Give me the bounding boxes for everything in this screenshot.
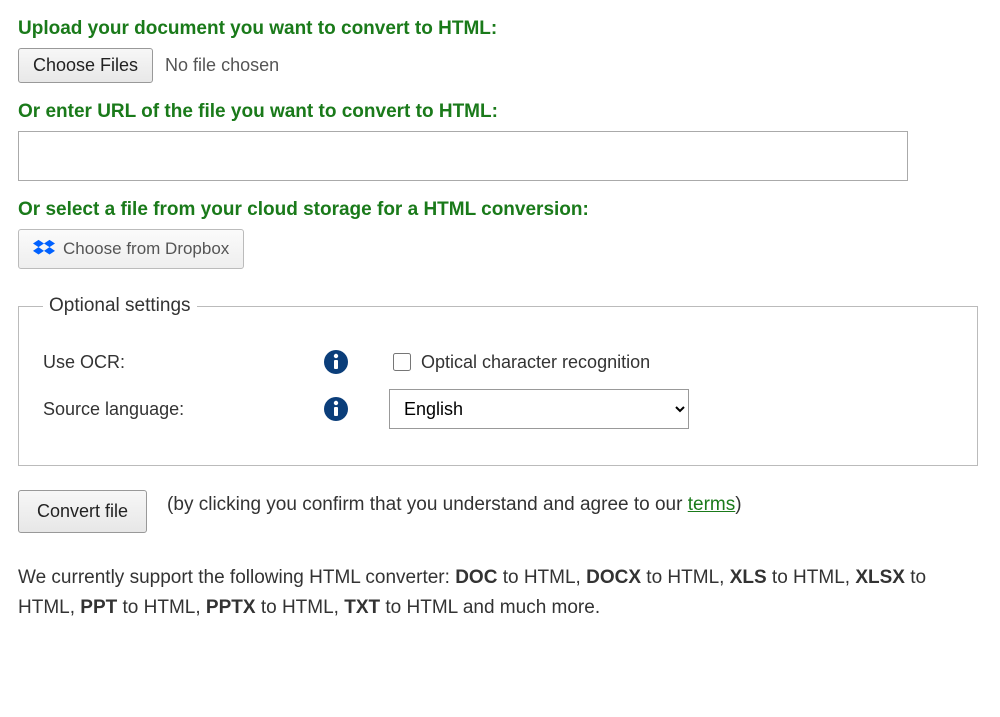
convert-file-button[interactable]: Convert file	[18, 490, 147, 533]
terms-link[interactable]: terms	[688, 494, 736, 515]
info-icon[interactable]	[323, 396, 349, 422]
agree-prefix: (by clicking you confirm that you unders…	[167, 494, 688, 515]
ocr-checkbox-label: Optical character recognition	[421, 352, 650, 373]
url-input[interactable]	[18, 131, 908, 181]
supported-formats-text: We currently support the following HTML …	[18, 563, 978, 624]
format-doc: DOC	[455, 567, 497, 588]
agree-suffix: )	[735, 494, 741, 515]
language-row: Source language: English	[43, 389, 953, 429]
ocr-row: Use OCR: Optical character recognition	[43, 349, 953, 375]
file-chosen-status: No file chosen	[165, 55, 279, 76]
format-ppt: PPT	[80, 597, 117, 618]
format-xls: XLS	[730, 567, 767, 588]
footer-prefix: We currently support the following HTML …	[18, 567, 455, 588]
format-xlsx: XLSX	[855, 567, 905, 588]
dropbox-button[interactable]: Choose from Dropbox	[18, 229, 244, 269]
dropbox-icon	[33, 238, 55, 260]
source-language-select[interactable]: English	[389, 389, 689, 429]
agree-text: (by clicking you confirm that you unders…	[167, 490, 742, 520]
upload-heading: Upload your document you want to convert…	[18, 18, 982, 40]
format-pptx: PPTX	[206, 597, 256, 618]
info-icon[interactable]	[323, 349, 349, 375]
language-label: Source language:	[43, 399, 323, 420]
convert-row: Convert file (by clicking you confirm th…	[18, 490, 982, 533]
optional-settings-legend: Optional settings	[43, 295, 197, 317]
format-txt: TXT	[344, 597, 380, 618]
choose-files-button[interactable]: Choose Files	[18, 48, 153, 83]
cloud-heading: Or select a file from your cloud storage…	[18, 199, 982, 221]
optional-settings-fieldset: Optional settings Use OCR: Optical chara…	[18, 295, 978, 466]
ocr-label: Use OCR:	[43, 352, 323, 373]
url-heading: Or enter URL of the file you want to con…	[18, 101, 982, 123]
format-docx: DOCX	[586, 567, 641, 588]
file-chooser-row: Choose Files No file chosen	[18, 48, 982, 83]
dropbox-button-label: Choose from Dropbox	[63, 239, 229, 259]
ocr-checkbox[interactable]	[393, 353, 411, 371]
